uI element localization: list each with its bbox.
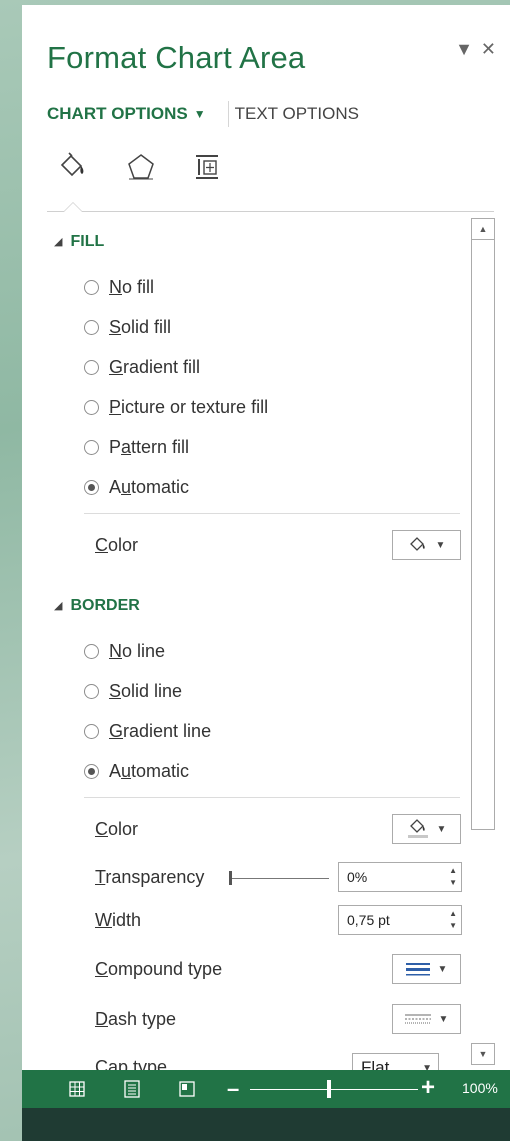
radio-pattern-fill[interactable]: Pa ttern fill	[84, 437, 189, 458]
transparency-spinner[interactable]: 0% ▲ ▼	[338, 862, 462, 892]
taskbar-strip	[22, 1108, 510, 1141]
options-scroll-area: ◢ FILL No fill Solid fill Gradient fill P…	[22, 217, 467, 1070]
transparency-slider[interactable]	[229, 871, 329, 885]
compound-type-dropdown[interactable]: ▼	[392, 954, 461, 984]
tab-text-options[interactable]: TEXT OPTIONS	[235, 104, 359, 124]
dash-lines-icon	[404, 1014, 431, 1024]
radio-picture-texture-fill[interactable]: Picture or texture fill	[84, 397, 268, 418]
radio-button[interactable]	[84, 400, 99, 415]
radio-no-fill[interactable]: No fill	[84, 277, 154, 298]
size-properties-icon[interactable]	[192, 152, 222, 182]
radio-no-line[interactable]: No line	[84, 641, 165, 662]
radio-solid-line[interactable]: Solid line	[84, 681, 182, 702]
pane-controls: ▼ ✕	[447, 39, 496, 60]
tab-chart-options[interactable]: CHART OPTIONS	[47, 104, 188, 124]
cap-type-value: Flat	[361, 1058, 390, 1070]
page-layout-view-icon[interactable]	[122, 1079, 142, 1099]
selected-category-notch	[63, 202, 83, 212]
radio-button[interactable]	[84, 724, 99, 739]
effects-pentagon-icon[interactable]	[126, 152, 156, 182]
cap-type-label: Cap type	[95, 1057, 168, 1070]
normal-view-icon[interactable]	[67, 1079, 87, 1099]
compound-lines-icon	[405, 963, 430, 976]
category-icons	[56, 152, 222, 182]
radio-button[interactable]	[84, 684, 99, 699]
radio-button[interactable]	[84, 440, 99, 455]
fill-line-icon[interactable]	[56, 152, 90, 182]
radio-solid-fill[interactable]: Solid fill	[84, 317, 171, 338]
width-spinner[interactable]: 0,75 pt ▲ ▼	[338, 905, 462, 935]
radio-gradient-fill[interactable]: Gradient fill	[84, 357, 200, 378]
zoom-in-button[interactable]: +	[421, 1074, 435, 1102]
tab-divider	[227, 101, 229, 127]
chevron-down-icon: ▼	[422, 1063, 432, 1070]
transparency-label: Transparency	[95, 867, 205, 887]
width-label: Width	[95, 910, 142, 930]
border-color-label: Color	[95, 819, 139, 839]
section-border-header[interactable]: ◢ BORDER	[54, 597, 140, 615]
scroll-up-arrow-icon[interactable]: ▲	[471, 218, 495, 240]
radio-gradient-line[interactable]: Gradient line	[84, 721, 211, 742]
chevron-down-icon[interactable]: ▼	[194, 107, 206, 121]
zoom-slider-track[interactable]	[250, 1089, 418, 1090]
radio-button-selected[interactable]	[84, 480, 99, 495]
vertical-scrollbar[interactable]: ▲ ▼	[471, 218, 495, 1070]
cap-type-select[interactable]: Flat ▼	[352, 1053, 439, 1070]
zoom-level[interactable]: 100%	[462, 1080, 498, 1096]
fill-color-dropdown[interactable]: ▼	[392, 530, 461, 560]
scroll-down-arrow-icon[interactable]: ▼	[471, 1043, 495, 1065]
close-icon[interactable]: ✕	[481, 39, 496, 59]
transparency-value[interactable]: 0%	[347, 869, 367, 885]
collapse-triangle-icon: ◢	[54, 600, 63, 612]
format-chart-area-pane: Format Chart Area ▼ ✕ CHART OPTIONS ▼ TEX…	[22, 5, 510, 1070]
paint-bucket-icon	[409, 537, 425, 551]
slider-thumb[interactable]	[229, 871, 232, 885]
chevron-down-icon: ▼	[436, 823, 447, 835]
paint-bucket-icon	[407, 819, 428, 838]
zoom-out-button[interactable]: –	[227, 1076, 239, 1102]
border-color-dropdown[interactable]: ▼	[392, 814, 461, 844]
section-divider	[84, 797, 460, 798]
zoom-slider-thumb[interactable]	[326, 1080, 331, 1098]
radio-button-selected[interactable]	[84, 764, 99, 779]
status-bar: – + 100%	[22, 1070, 510, 1108]
page-break-preview-icon[interactable]	[177, 1079, 197, 1099]
dash-type-dropdown[interactable]: ▼	[392, 1004, 461, 1034]
options-tabs: CHART OPTIONS ▼ TEXT OPTIONS	[47, 101, 359, 127]
compound-type-label: Compound type	[95, 959, 223, 979]
pane-title: Format Chart Area	[47, 40, 306, 75]
chevron-down-icon: ▼	[437, 963, 448, 975]
scrollbar-thumb[interactable]	[471, 240, 495, 830]
chevron-down-icon: ▼	[438, 1013, 449, 1025]
spinner-arrows-icon[interactable]: ▲ ▼	[449, 908, 457, 932]
radio-button[interactable]	[84, 644, 99, 659]
radio-automatic-fill[interactable]: Au tomatic	[84, 477, 189, 498]
pane-options-icon[interactable]: ▼	[455, 39, 473, 59]
radio-button[interactable]	[84, 320, 99, 335]
width-value[interactable]: 0,75 pt	[347, 912, 390, 928]
radio-automatic-line[interactable]: Au tomatic	[84, 761, 189, 782]
spinner-arrows-icon[interactable]: ▲ ▼	[449, 865, 457, 889]
dash-type-label: Dash type	[95, 1009, 177, 1029]
collapse-triangle-icon: ◢	[54, 236, 63, 248]
radio-button[interactable]	[84, 360, 99, 375]
section-fill-header[interactable]: ◢ FILL	[54, 233, 104, 251]
icon-row-divider	[47, 211, 494, 212]
section-divider	[84, 513, 460, 514]
chevron-down-icon: ▼	[435, 539, 446, 551]
slider-track	[229, 878, 329, 879]
fill-color-label: Color	[95, 535, 139, 555]
radio-button[interactable]	[84, 280, 99, 295]
